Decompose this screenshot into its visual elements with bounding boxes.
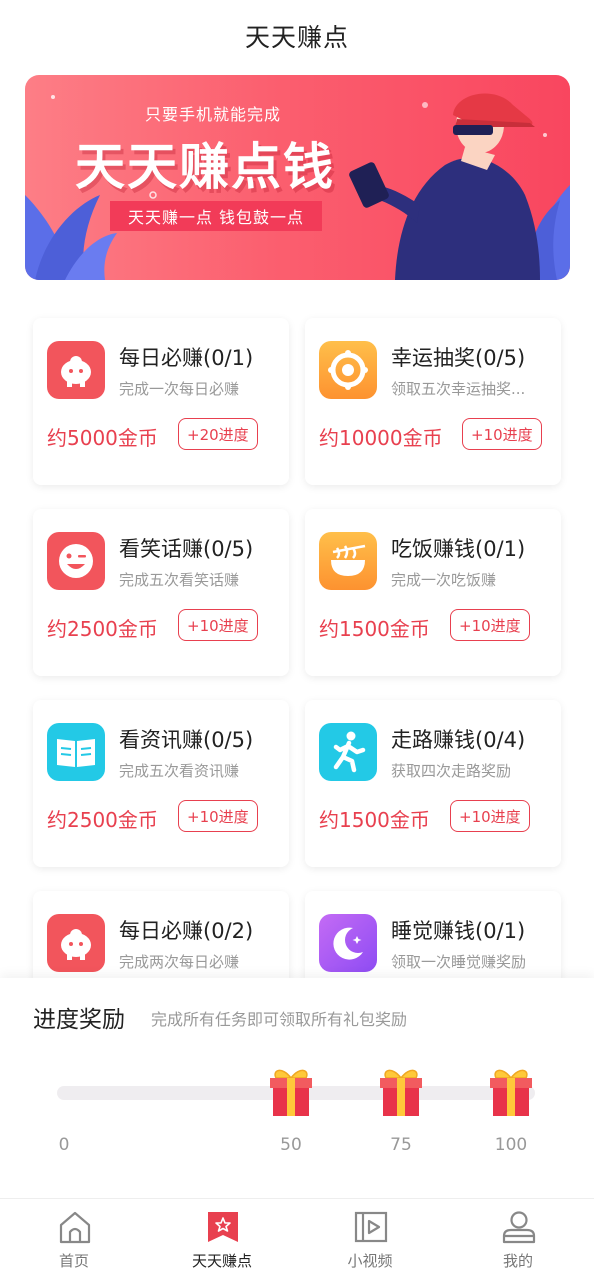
task-desc: 领取一次睡觉赚奖励 — [391, 953, 527, 971]
page-title: 天天赚点 — [244, 23, 349, 52]
task-progress-badge: +10进度 — [178, 800, 258, 832]
bottom-nav: 首页 天天赚点 小视频 我的 — [0, 1198, 594, 1280]
task-progress-badge: +10进度 — [450, 609, 530, 641]
lottery-wheel-icon — [319, 341, 377, 399]
banner-subtitle: 只要手机就能完成 — [145, 105, 282, 124]
top-title-bar: 天天赚点 — [0, 0, 594, 72]
piggy-bank-icon — [47, 914, 105, 972]
task-progress-badge: +10进度 — [178, 609, 258, 641]
promo-banner[interactable]: 只要手机就能完成 天天赚点钱 天天赚一点 钱包鼓一点 — [25, 75, 570, 280]
nav-label: 天天赚点 — [191, 1252, 252, 1270]
nav-item-home[interactable]: 首页 — [0, 1199, 148, 1280]
task-coins: 约2500金币 — [47, 808, 158, 832]
task-card-news[interactable]: 看资讯赚(0/5) 完成五次看资讯赚 约2500金币 +10进度 — [33, 700, 289, 867]
piggy-bank-icon — [47, 341, 105, 399]
task-title: 睡觉赚钱(0/1) — [391, 919, 526, 943]
task-progress-badge: +20进度 — [178, 418, 258, 450]
task-coins: 约10000金币 — [319, 426, 443, 450]
task-coins: 约1500金币 — [319, 808, 430, 832]
nav-item-profile[interactable]: 我的 — [444, 1199, 592, 1280]
reward-desc: 完成所有任务即可领取所有礼包奖励 — [151, 1010, 408, 1029]
task-title: 看资讯赚(0/5) — [119, 728, 254, 752]
task-desc: 领取五次幸运抽奖... — [391, 380, 526, 398]
task-title: 每日必赚(0/2) — [119, 919, 254, 943]
task-desc: 完成一次吃饭赚 — [391, 571, 497, 589]
progress-tick-label: 75 — [390, 1135, 412, 1155]
nav-item-video[interactable]: 小视频 — [296, 1199, 444, 1280]
task-coins: 约1500金币 — [319, 617, 430, 641]
task-card-walk[interactable]: 走路赚钱(0/4) 获取四次走路奖励 约1500金币 +10进度 — [305, 700, 561, 867]
gift-box-icon-100[interactable] — [484, 1064, 538, 1120]
task-title: 看笑话赚(0/5) — [119, 537, 254, 561]
progress-tick-label: 50 — [280, 1135, 302, 1155]
noodle-bowl-icon — [319, 532, 377, 590]
task-title: 每日必赚(0/1) — [119, 346, 254, 370]
task-card-daily[interactable]: 每日必赚(0/1) 完成一次每日必赚 约5000金币 +20进度 — [33, 318, 289, 485]
banner-slogan: 天天赚一点 钱包鼓一点 — [110, 201, 322, 231]
task-desc: 获取四次走路奖励 — [391, 762, 512, 780]
nav-label: 我的 — [502, 1252, 533, 1270]
progress-tick-label: 100 — [494, 1135, 528, 1155]
nav-item-earn[interactable]: 天天赚点 — [148, 1199, 296, 1280]
moon-icon — [319, 914, 377, 972]
wink-face-icon — [47, 532, 105, 590]
gift-box-icon-50[interactable] — [264, 1064, 318, 1120]
walking-person-icon — [319, 723, 377, 781]
task-progress-badge: +10进度 — [462, 418, 542, 450]
task-coins: 约2500金币 — [47, 617, 158, 641]
task-coins: 约5000金币 — [47, 426, 158, 450]
task-card-jokes[interactable]: 看笑话赚(0/5) 完成五次看笑话赚 约2500金币 +10进度 — [33, 509, 289, 676]
progress-reward-panel: 进度奖励 完成所有任务即可领取所有礼包奖励 0 50 75 100 — [0, 978, 594, 1198]
task-desc: 完成五次看资讯赚 — [119, 762, 240, 780]
bookmark-star-icon — [208, 1212, 238, 1242]
task-desc: 完成两次每日必赚 — [119, 953, 240, 971]
banner-headline: 天天赚点钱 — [75, 138, 335, 196]
home-icon — [59, 1211, 91, 1244]
task-desc: 完成一次每日必赚 — [119, 380, 240, 398]
gift-box-icon-75[interactable] — [374, 1064, 428, 1120]
task-card-meal[interactable]: 吃饭赚钱(0/1) 完成一次吃饭赚 约1500金币 +10进度 — [305, 509, 561, 676]
task-title: 吃饭赚钱(0/1) — [391, 537, 526, 561]
reward-title: 进度奖励 — [33, 1007, 125, 1033]
nav-label: 小视频 — [347, 1252, 393, 1270]
book-icon — [47, 723, 105, 781]
task-title: 走路赚钱(0/4) — [391, 728, 526, 752]
task-progress-badge: +10进度 — [450, 800, 530, 832]
task-card-lottery[interactable]: 幸运抽奖(0/5) 领取五次幸运抽奖... 约10000金币 +10进度 — [305, 318, 561, 485]
task-desc: 完成五次看笑话赚 — [119, 571, 240, 589]
user-icon — [502, 1211, 536, 1244]
nav-label: 首页 — [58, 1252, 89, 1270]
progress-tick-label: 0 — [58, 1135, 70, 1155]
task-title: 幸运抽奖(0/5) — [391, 346, 526, 370]
video-play-icon — [354, 1211, 388, 1243]
